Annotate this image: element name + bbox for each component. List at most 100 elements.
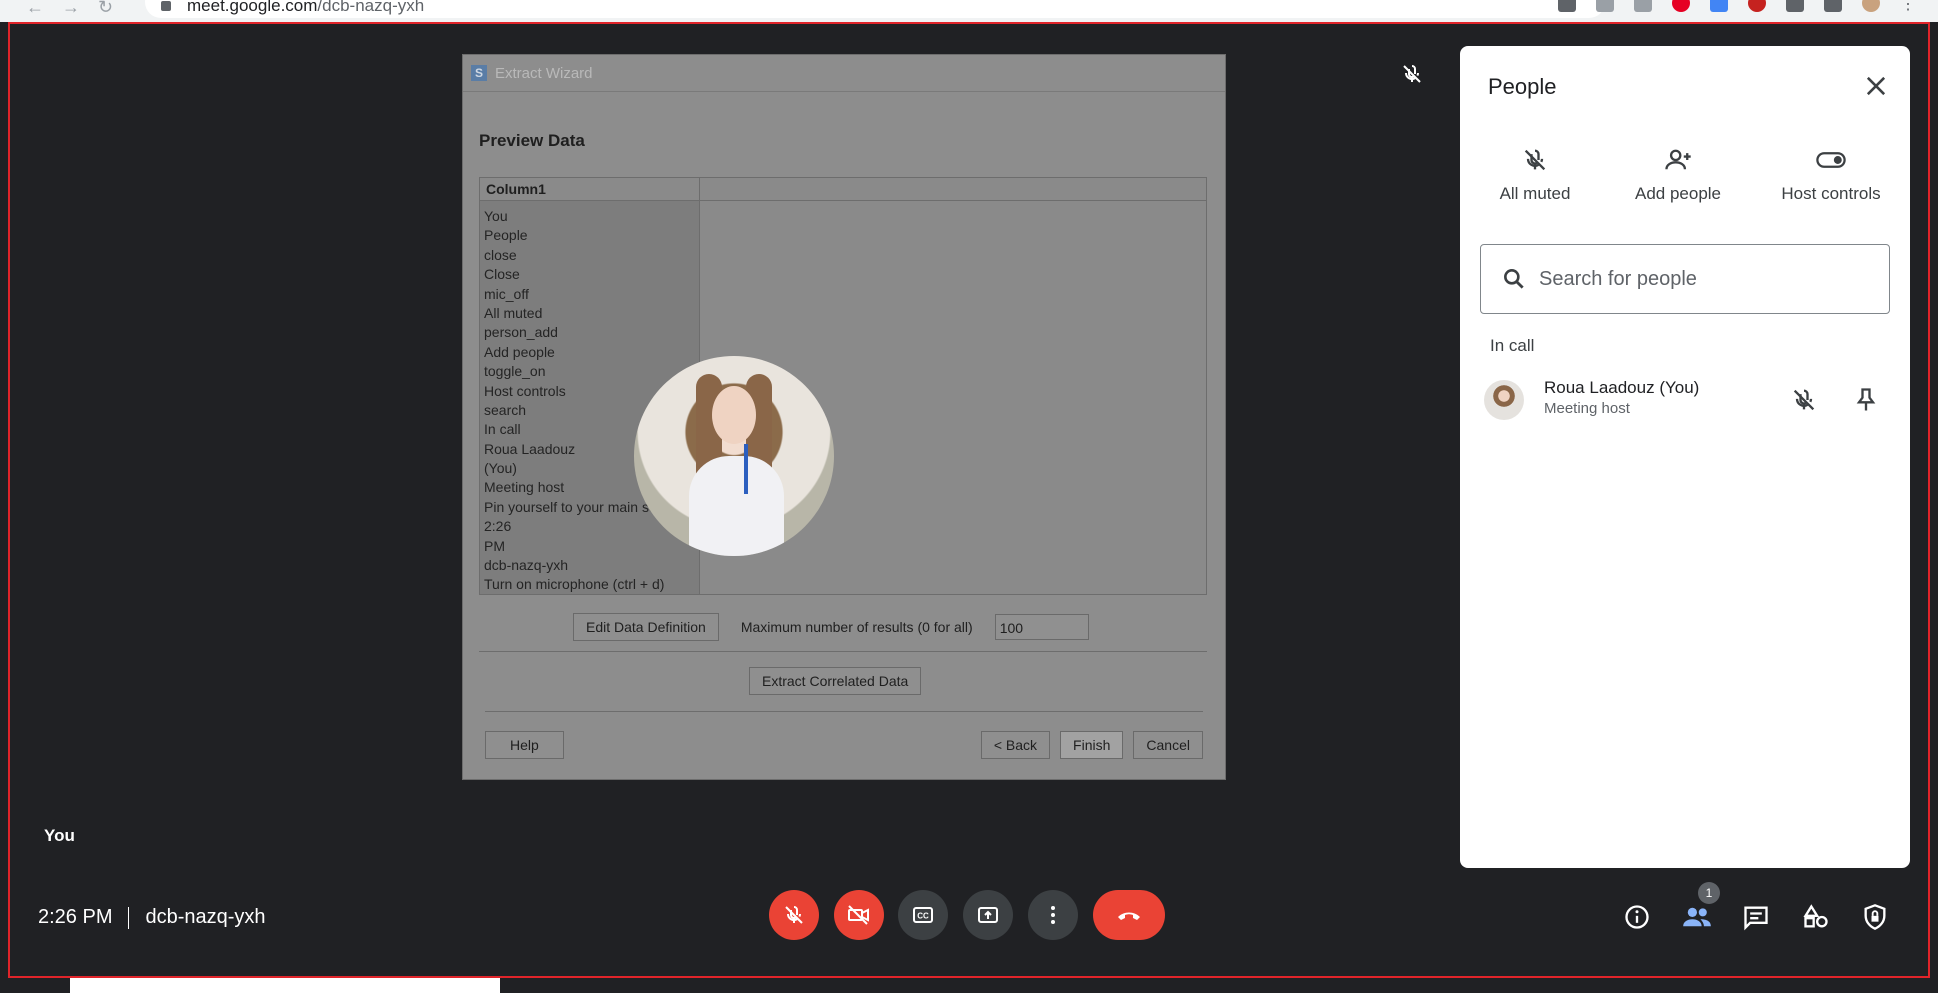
url-host: meet.google.com: [187, 0, 318, 15]
camera-icon[interactable]: [1558, 0, 1576, 12]
browser-toolbar: ← → ↻ meet.google.com/dcb-nazq-yxh ⋮: [0, 0, 1938, 22]
chat-icon: [1744, 906, 1768, 931]
extension-icon-2[interactable]: [1748, 0, 1766, 12]
table-row: PM: [484, 537, 505, 554]
meeting-details-button[interactable]: [1622, 902, 1652, 932]
preview-table: Column1 You People close Close mic_off All mu…: [479, 177, 1207, 595]
puzzle-icon[interactable]: [1786, 0, 1804, 12]
star-icon[interactable]: [1634, 0, 1652, 12]
avatar: [1484, 380, 1524, 420]
back-icon[interactable]: ←: [26, 0, 44, 18]
extract-correlated-button[interactable]: Extract Correlated Data: [749, 667, 922, 695]
close-icon[interactable]: [1862, 72, 1890, 100]
table-row: person_add: [484, 324, 558, 341]
all-muted-button[interactable]: All muted: [1490, 146, 1580, 204]
browser-nav: ← → ↻: [26, 0, 113, 18]
activities-icon: [1803, 904, 1828, 928]
table-row: Close: [484, 266, 520, 283]
pinterest-icon[interactable]: [1672, 0, 1690, 12]
sidepanel-icon[interactable]: [1824, 0, 1842, 12]
browser-extensions: ⋮: [1558, 0, 1918, 13]
people-count-badge: 1: [1698, 882, 1720, 904]
host-controls-label: Host controls: [1781, 184, 1881, 203]
lock-icon: [161, 1, 171, 11]
closed-captions-icon: CC: [913, 907, 933, 923]
people-icon: [1683, 907, 1711, 927]
table-row: Turn on microphone (ctrl + d): [484, 576, 665, 593]
person-add-icon: [1665, 149, 1691, 170]
all-muted-label: All muted: [1499, 184, 1571, 203]
table-header: Column1: [480, 178, 1206, 201]
shared-window-title: Extract Wizard: [495, 64, 593, 82]
present-button[interactable]: [963, 890, 1013, 940]
finish-button[interactable]: Finish: [1060, 731, 1124, 759]
mic-toggle-button[interactable]: [769, 890, 819, 940]
participant-avatar: [634, 356, 834, 556]
host-controls-button[interactable]: Host controls: [1766, 146, 1896, 204]
camera-toggle-button[interactable]: [834, 890, 884, 940]
column-header: Column1: [480, 178, 700, 200]
tile-name-label: You: [44, 826, 75, 845]
table-row: toggle_on: [484, 363, 546, 380]
in-call-heading: In call: [1490, 336, 1535, 355]
chat-button[interactable]: [1741, 902, 1771, 932]
add-people-label: Add people: [1634, 184, 1722, 203]
people-button[interactable]: [1682, 902, 1712, 932]
call-end-icon: [1118, 912, 1140, 920]
shared-window-titlebar: S Extract Wizard: [463, 55, 1225, 92]
forward-icon[interactable]: →: [62, 0, 80, 18]
mic-off-icon: [785, 906, 803, 924]
pin-icon[interactable]: [1852, 386, 1880, 414]
videocam-off-icon: [848, 905, 869, 925]
table-row: close: [484, 246, 517, 263]
search-box[interactable]: [1480, 244, 1890, 314]
extension-icon[interactable]: [1710, 0, 1728, 12]
back-button[interactable]: < Back: [980, 731, 1051, 759]
max-results-input[interactable]: 100: [994, 614, 1089, 640]
max-results-label: Maximum number of results (0 for all): [740, 619, 973, 635]
edit-data-definition-button[interactable]: Edit Data Definition: [573, 613, 719, 641]
help-button[interactable]: Help: [485, 731, 564, 759]
preview-heading: Preview Data: [479, 131, 585, 150]
definition-row: Edit Data Definition Maximum number of r…: [573, 613, 1089, 641]
search-icon: [1504, 269, 1524, 289]
more-options-button[interactable]: [1028, 890, 1078, 940]
menu-icon[interactable]: ⋮: [1900, 0, 1918, 13]
table-row: People: [484, 227, 528, 244]
divider: [485, 711, 1203, 712]
panel-title: People: [1488, 74, 1557, 99]
wizard-nav: < Back Finish Cancel: [980, 731, 1203, 759]
mic-off-icon[interactable]: [1790, 386, 1818, 414]
table-row: Add people: [484, 343, 555, 360]
leave-call-button[interactable]: [1093, 890, 1165, 940]
cancel-button[interactable]: Cancel: [1133, 731, 1203, 759]
profile-avatar[interactable]: [1862, 0, 1880, 12]
address-bar[interactable]: meet.google.com/dcb-nazq-yxh: [145, 0, 1605, 18]
mic-off-icon: [1403, 65, 1421, 83]
participant-row[interactable]: Roua Laadouz (You) Meeting host: [1484, 378, 1894, 428]
participant-role: Meeting host: [1544, 400, 1630, 417]
table-row: You: [484, 208, 508, 224]
shield-lock-icon: [1864, 904, 1886, 930]
people-panel: People All muted Add people Host control…: [1460, 46, 1910, 868]
host-controls-button[interactable]: [1860, 902, 1890, 932]
info-icon: [1625, 905, 1649, 929]
app-logo-icon: S: [471, 65, 487, 81]
add-people-button[interactable]: Add people: [1618, 146, 1738, 204]
captions-button[interactable]: CC: [898, 890, 948, 940]
participant-name: Roua Laadouz (You): [1544, 378, 1700, 397]
table-row: mic_off: [484, 285, 529, 302]
mic-off-icon: [1524, 149, 1546, 171]
taskbar: [0, 978, 1938, 993]
url-path: /dcb-nazq-yxh: [317, 0, 425, 15]
activities-button[interactable]: [1801, 902, 1831, 932]
table-row: dcb-nazq-yxh: [484, 557, 569, 574]
svg-text:CC: CC: [917, 912, 929, 921]
more-vert-icon: [1051, 906, 1055, 924]
reload-icon[interactable]: ↻: [98, 0, 113, 18]
share-icon[interactable]: [1596, 0, 1614, 12]
search-input[interactable]: [1537, 266, 1871, 292]
shared-screen-window: S Extract Wizard Preview Data Column1 Yo…: [462, 54, 1226, 780]
divider: [479, 651, 1207, 652]
url-text: meet.google.com/dcb-nazq-yxh: [187, 0, 424, 16]
